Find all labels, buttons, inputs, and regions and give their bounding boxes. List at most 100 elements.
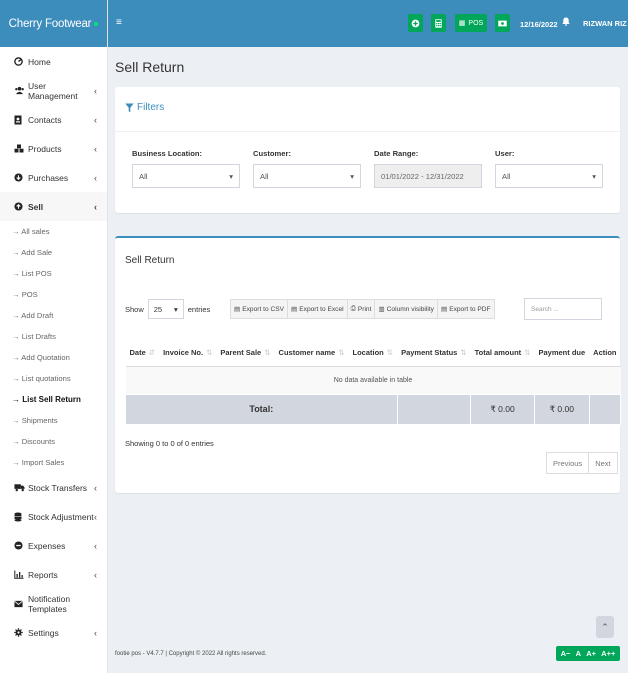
submenu-item-list-quotations[interactable]: → List quotations xyxy=(0,368,107,389)
envelope-icon xyxy=(14,600,28,608)
business-location-select[interactable]: All ▾ xyxy=(132,164,240,188)
sidebar-item-label: Notification Templates xyxy=(28,593,71,614)
column-header-date[interactable]: Date ⇵ xyxy=(125,339,160,367)
sidebar-item-label: User Management xyxy=(28,80,78,101)
column-header-payment-due[interactable]: Payment due xyxy=(534,339,590,367)
previous-page-button[interactable]: Previous xyxy=(546,452,590,474)
submenu-item-shipments[interactable]: → Shipments xyxy=(0,410,107,431)
submenu-item-import-sales[interactable]: → Import Sales xyxy=(0,452,107,473)
chevron-left-icon: ‹ xyxy=(94,143,97,154)
column-header-parent-sale[interactable]: Parent Sale ⇅ xyxy=(216,339,275,367)
column-header-customer-name[interactable]: Customer name ⇅ xyxy=(274,339,349,367)
sidebar-item-stock-adjustment[interactable]: Stock Adjustment ‹ xyxy=(0,502,107,531)
sidebar-item-notification-templates[interactable]: Notification Templates xyxy=(0,589,107,618)
sidebar-item-products[interactable]: Products ‹ xyxy=(0,134,107,163)
page-footer: footie pos - V4.7.7 | Copyright © 2022 A… xyxy=(115,651,267,657)
customer-filter: Customer: All ▾ xyxy=(253,149,361,188)
date-range-input[interactable]: 01/01/2022 - 12/31/2022 xyxy=(374,164,482,188)
empty-table-message: No data available in table xyxy=(125,366,621,394)
font-increase-more-button[interactable]: A++ xyxy=(601,649,615,658)
font-increase-button[interactable]: A+ xyxy=(586,649,596,658)
sell-submenu: → All sales → Add Sale → List POS → POS … xyxy=(0,221,107,473)
submenu-item-list-pos[interactable]: → List POS xyxy=(0,263,107,284)
sidebar-item-home[interactable]: Home xyxy=(0,47,107,76)
sidebar-menu-lower: Stock Transfers ‹ Stock Adjustment ‹ Exp… xyxy=(0,473,107,647)
chevron-left-icon: ‹ xyxy=(94,627,97,638)
page-length-control: Show 25 ▾ entries xyxy=(125,299,210,319)
business-location-label: Business Location: xyxy=(132,149,203,158)
submenu-item-discounts[interactable]: → Discounts xyxy=(0,431,107,452)
submenu-item-list-drafts[interactable]: → List Drafts xyxy=(0,326,107,347)
file-excel-icon: ▤ xyxy=(291,306,298,313)
show-label: Show xyxy=(125,304,144,314)
column-header-payment-status[interactable]: Payment Status ⇅ xyxy=(397,339,471,367)
calculator-button[interactable] xyxy=(431,14,446,32)
sort-icon: ⇅ xyxy=(386,347,394,357)
user-filter: User: All ▾ xyxy=(495,149,603,188)
chevron-up-icon: ⌃ xyxy=(601,621,609,632)
submenu-item-list-sell-return[interactable]: → List Sell Return xyxy=(0,389,107,410)
sidebar-item-user-management[interactable]: User Management ‹ xyxy=(0,76,107,105)
export-excel-button[interactable]: ▤ Export to Excel xyxy=(287,299,348,319)
export-pdf-label: Export to PDF xyxy=(449,305,491,313)
sidebar-item-reports[interactable]: Reports ‹ xyxy=(0,560,107,589)
user-select[interactable]: All ▾ xyxy=(495,164,603,188)
search-input[interactable]: Search ... xyxy=(524,298,602,320)
submenu-item-all-sales[interactable]: → All sales xyxy=(0,221,107,242)
pos-button[interactable]: ▦ POS xyxy=(455,14,487,32)
print-button[interactable]: ⎙ Print xyxy=(346,299,376,319)
sidebar-item-stock-transfers[interactable]: Stock Transfers ‹ xyxy=(0,473,107,502)
sidebar-item-purchases[interactable]: Purchases ‹ xyxy=(0,163,107,192)
submenu-item-add-quotation[interactable]: → Add Quotation xyxy=(0,347,107,368)
column-header-invoice-no[interactable]: Invoice No. ⇅ xyxy=(159,339,217,367)
chevron-left-icon: ‹ xyxy=(94,114,97,125)
customer-select[interactable]: All ▾ xyxy=(253,164,361,188)
column-visibility-button[interactable]: ▥ Column visibility xyxy=(374,299,438,319)
user-value: All xyxy=(502,171,511,181)
brand-logo[interactable]: Cherry Footwear xyxy=(0,0,107,47)
export-csv-label: Export to CSV xyxy=(242,305,285,313)
caret-down-icon: ▾ xyxy=(350,171,354,181)
file-icon: ▤ xyxy=(234,306,241,313)
print-icon: ⎙ xyxy=(350,305,356,312)
add-expense-button[interactable] xyxy=(408,14,423,32)
file-pdf-icon: ▤ xyxy=(440,306,448,313)
pos-button-label: POS xyxy=(468,19,484,27)
cog-icon xyxy=(14,628,28,637)
print-label: Print xyxy=(357,305,372,313)
next-page-button[interactable]: Next xyxy=(588,452,618,474)
top-navbar: ≡ ▦ POS 12/16/2022 RIZWAN RIZ xyxy=(108,0,628,47)
caret-down-icon: ▾ xyxy=(592,171,596,181)
sidebar-item-label: Reports xyxy=(28,569,58,580)
cubes-icon xyxy=(14,144,28,153)
online-dot-icon xyxy=(94,21,99,26)
sort-icon: ⇅ xyxy=(460,347,467,357)
bell-icon[interactable] xyxy=(562,17,570,28)
page-length-select[interactable]: 25 ▾ xyxy=(147,299,184,319)
column-header-total-amount[interactable]: Total amount ⇅ xyxy=(470,339,535,367)
profit-loss-button[interactable] xyxy=(495,14,510,32)
sidebar-item-expenses[interactable]: Expenses ‹ xyxy=(0,531,107,560)
business-location-filter: Business Location: All ▾ xyxy=(132,149,240,188)
submenu-item-add-sale[interactable]: → Add Sale xyxy=(0,242,107,263)
money-icon xyxy=(498,20,507,26)
footer-empty-cell xyxy=(588,393,622,425)
database-icon xyxy=(14,512,28,522)
scroll-to-top-button[interactable]: ⌃ xyxy=(596,616,614,638)
brand-name: Cherry Footwear xyxy=(8,17,92,30)
sidebar-item-settings[interactable]: Settings ‹ xyxy=(0,618,107,647)
column-header-location[interactable]: Location ⇅ xyxy=(348,339,398,367)
truck-icon xyxy=(14,483,28,492)
font-reset-button[interactable]: A xyxy=(576,649,581,658)
user-menu[interactable]: RIZWAN RIZ xyxy=(583,19,627,28)
submenu-item-add-draft[interactable]: → Add Draft xyxy=(0,305,107,326)
filters-toggle[interactable]: Filters xyxy=(125,102,164,113)
font-decrease-button[interactable]: A− xyxy=(561,649,571,658)
submenu-item-pos[interactable]: → POS xyxy=(0,284,107,305)
caret-down-icon: ▾ xyxy=(229,171,233,181)
hamburger-menu-icon[interactable]: ≡ xyxy=(116,17,122,28)
sidebar-item-sell[interactable]: Sell ‹ xyxy=(0,192,107,221)
export-csv-button[interactable]: ▤ Export to CSV xyxy=(230,299,289,319)
sidebar-item-contacts[interactable]: Contacts ‹ xyxy=(0,105,107,134)
export-pdf-button[interactable]: ▤ Export to PDF xyxy=(436,299,495,319)
